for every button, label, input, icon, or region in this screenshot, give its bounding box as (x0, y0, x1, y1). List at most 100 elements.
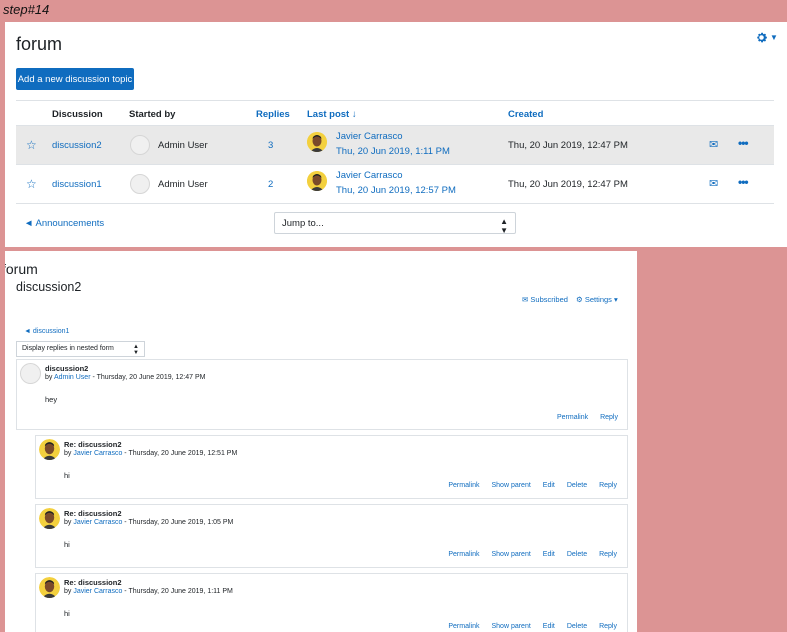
reply-link[interactable]: Reply (600, 414, 618, 421)
post-message: hi (64, 471, 70, 480)
edit-link[interactable]: Edit (543, 623, 555, 630)
avatar (20, 363, 41, 384)
last-post-user[interactable]: Javier Carrasco (336, 170, 403, 181)
more-icon[interactable]: ••• (738, 175, 749, 189)
discussion-settings-menu[interactable]: ⚙ Settings ▾ (576, 295, 618, 304)
post: Re: discussion2 by Javier Carrasco - Thu… (35, 435, 628, 499)
replies-count[interactable]: 2 (268, 179, 273, 190)
post: discussion2 by Admin User - Thursday, 20… (16, 359, 628, 430)
mail-icon[interactable]: ✉ (709, 177, 718, 190)
table-row: ☆ discussion2 Admin User 3 Javier Carras… (16, 126, 774, 165)
table-header: Discussion Started by Replies Last post … (16, 100, 774, 126)
permalink-link[interactable]: Permalink (448, 482, 479, 489)
display-mode-value: Display replies in nested form (22, 345, 114, 352)
gear-icon: ⚙ (576, 295, 583, 304)
previous-discussion-link[interactable]: ◄ discussion1 (24, 328, 69, 335)
avatar (307, 171, 327, 191)
subscribed-label: Subscribed (530, 295, 568, 304)
select-arrows-icon: ▲ ▼ (133, 344, 139, 356)
show-parent-link[interactable]: Show parent (491, 551, 530, 558)
add-discussion-button[interactable]: Add a new discussion topic (16, 68, 134, 90)
edit-link[interactable]: Edit (543, 482, 555, 489)
col-last-post[interactable]: Last post ↓ (307, 109, 357, 120)
mail-icon[interactable]: ✉ (709, 138, 718, 151)
author-link[interactable]: Javier Carrasco (73, 588, 122, 595)
avatar (307, 132, 327, 152)
post-commands: Permalink Show parent Edit Delete Reply (448, 482, 617, 489)
announcements-link[interactable]: ◄ Announcements (24, 218, 104, 229)
col-replies[interactable]: Replies (256, 109, 290, 120)
discussion-title: discussion2 (16, 280, 82, 294)
author-link[interactable]: Admin User (54, 374, 91, 381)
discussion-link[interactable]: discussion1 (52, 179, 102, 190)
forum-settings-menu[interactable]: ▼ (755, 31, 778, 44)
post-subject: Re: discussion2 (64, 578, 122, 587)
permalink-link[interactable]: Permalink (448, 623, 479, 630)
discussion-panel: forum discussion2 ✉ Subscribed ⚙ Setting… (5, 251, 637, 632)
permalink-link[interactable]: Permalink (448, 551, 479, 558)
avatar (39, 439, 60, 460)
last-post-user[interactable]: Javier Carrasco (336, 131, 403, 142)
page-title: forum (16, 34, 63, 54)
post-message: hi (64, 609, 70, 618)
created-date: Thu, 20 Jun 2019, 12:47 PM (508, 140, 628, 151)
post-byline: by Javier Carrasco - Thursday, 20 June 2… (64, 519, 234, 526)
post-commands: Permalink Reply (557, 414, 618, 421)
forum-heading: forum (5, 261, 38, 277)
post-subject: Re: discussion2 (64, 440, 122, 449)
step-label: step#14 (3, 2, 50, 17)
post-commands: Permalink Show parent Edit Delete Reply (448, 551, 617, 558)
avatar (39, 577, 60, 598)
reply-link[interactable]: Reply (599, 482, 617, 489)
post: Re: discussion2 by Javier Carrasco - Thu… (35, 504, 628, 568)
table-row: ☆ discussion1 Admin User 2 Javier Carras… (16, 165, 774, 204)
author-link[interactable]: Javier Carrasco (73, 450, 122, 457)
subscribed-toggle[interactable]: ✉ Subscribed (522, 295, 568, 304)
more-icon[interactable]: ••• (738, 136, 749, 150)
col-started-by[interactable]: Started by (129, 109, 175, 120)
permalink-link[interactable]: Permalink (557, 414, 588, 421)
delete-link[interactable]: Delete (567, 482, 587, 489)
post-commands: Permalink Show parent Edit Delete Reply (448, 623, 617, 630)
reply-link[interactable]: Reply (599, 551, 617, 558)
show-parent-link[interactable]: Show parent (491, 623, 530, 630)
col-created[interactable]: Created (508, 109, 543, 120)
star-icon[interactable]: ☆ (26, 177, 37, 191)
post-byline: by Javier Carrasco - Thursday, 20 June 2… (64, 450, 238, 457)
delete-link[interactable]: Delete (567, 623, 587, 630)
discussion-link[interactable]: discussion2 (52, 140, 102, 151)
jump-to-label: Jump to... (282, 218, 324, 229)
post-byline: by Javier Carrasco - Thursday, 20 June 2… (64, 588, 233, 595)
avatar (39, 508, 60, 529)
mail-icon: ✉ (522, 295, 529, 304)
chevron-down-icon: ▼ (770, 33, 778, 42)
avatar (130, 174, 150, 194)
forum-panel: forum ▼ Add a new discussion topic Discu… (5, 22, 787, 247)
jump-to-select[interactable]: Jump to... ▲ ▼ (274, 212, 516, 235)
post-byline: by Admin User - Thursday, 20 June 2019, … (45, 374, 206, 381)
delete-link[interactable]: Delete (567, 551, 587, 558)
settings-label: Settings (584, 295, 612, 304)
post: Re: discussion2 by Javier Carrasco - Thu… (35, 573, 628, 632)
edit-link[interactable]: Edit (543, 551, 555, 558)
last-post-date[interactable]: Thu, 20 Jun 2019, 12:57 PM (336, 185, 456, 196)
started-by-name: Admin User (158, 179, 208, 190)
post-subject: Re: discussion2 (64, 509, 122, 518)
post-message: hey (45, 395, 58, 404)
last-post-date[interactable]: Thu, 20 Jun 2019, 1:11 PM (336, 146, 450, 157)
select-arrows-icon: ▲ ▼ (500, 217, 508, 235)
col-discussion[interactable]: Discussion (52, 109, 103, 120)
created-date: Thu, 20 Jun 2019, 12:47 PM (508, 179, 628, 190)
post-subject: discussion2 (45, 364, 89, 373)
gear-icon (757, 32, 767, 43)
show-parent-link[interactable]: Show parent (491, 482, 530, 489)
avatar (130, 135, 150, 155)
reply-link[interactable]: Reply (599, 623, 617, 630)
star-icon[interactable]: ☆ (26, 138, 37, 152)
display-mode-select[interactable]: Display replies in nested form ▲ ▼ (16, 341, 145, 357)
chevron-down-icon: ▾ (614, 295, 618, 304)
post-message: hi (64, 540, 70, 549)
author-link[interactable]: Javier Carrasco (73, 519, 122, 526)
replies-count[interactable]: 3 (268, 140, 273, 151)
started-by-name: Admin User (158, 140, 208, 151)
